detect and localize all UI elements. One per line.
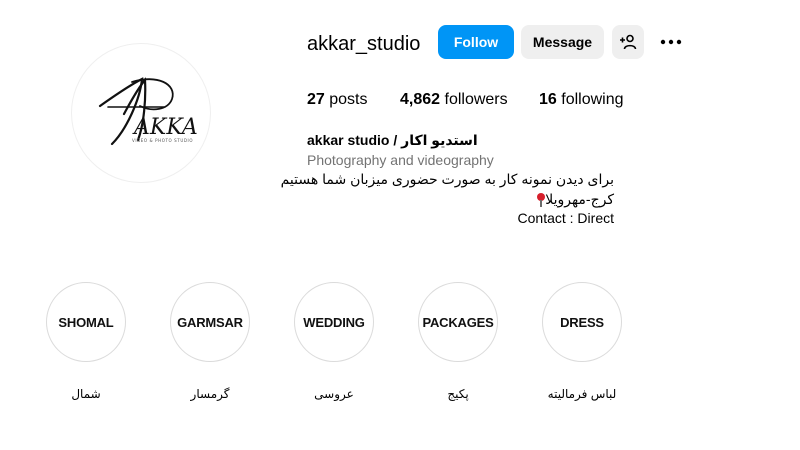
highlight-cover-text: SHOMAL [58,314,114,330]
highlight-packages[interactable]: PACKAGES پکیج [418,282,498,401]
highlight-shomal[interactable]: SHOMAL شمال [46,282,126,401]
highlight-wedding[interactable]: WEDDING عروسی [294,282,374,401]
highlight-label: گرمسار [190,387,230,401]
more-options-button[interactable] [657,28,685,56]
bio-line-2: کرج-مهرویلا [535,191,614,208]
bio-display-name: akkar studio / استدیو اکار [307,132,478,148]
highlight-label: لباس فرمالیته [547,387,617,401]
person-add-icon [620,34,637,50]
highlight-cover: DRESS [542,282,622,362]
highlight-cover-text: DRESS [560,314,604,330]
posts-stat: 27 posts [307,91,368,109]
highlight-label: شمال [71,387,101,401]
profile-username: akkar_studio [307,33,421,55]
more-options-icon [660,39,682,45]
logo-tagline: VIDEO & PHOTO STUDIO [132,138,193,143]
highlight-garmsar[interactable]: GARMSAR گرمسار [170,282,250,401]
highlight-label: عروسی [314,387,354,401]
logo-text: AKKA [132,115,198,140]
followers-count: 4,862 [400,91,441,108]
highlight-cover: GARMSAR [170,282,250,362]
bio-category: Photography and videography [307,152,494,168]
highlight-cover-text: GARMSAR [177,314,243,330]
bio-location-text: کرج-مهرویلا [545,191,614,207]
posts-label: posts [329,91,368,108]
following-stat[interactable]: 16 following [539,91,624,109]
highlight-cover-text: PACKAGES [422,314,494,330]
highlight-cover: PACKAGES [418,282,498,362]
bio-line-3: Contact : Direct [517,210,614,226]
highlight-cover-text: WEDDING [303,314,365,330]
suggested-accounts-button[interactable] [612,25,644,59]
profile-avatar[interactable]: AKKA VIDEO & PHOTO STUDIO [71,43,211,183]
following-label: following [561,91,624,108]
highlight-cover: SHOMAL [46,282,126,362]
followers-label: followers [444,91,508,108]
message-button[interactable]: Message [521,25,604,59]
highlight-label: پکیج [447,387,469,401]
following-count: 16 [539,91,557,108]
highlight-cover: WEDDING [294,282,374,362]
bio-line-1: برای دیدن نمونه کار به صورت حضوری میزبان… [280,171,614,187]
followers-stat[interactable]: 4,862 followers [400,91,508,109]
profile-page: AKKA VIDEO & PHOTO STUDIO akkar_studio F… [0,0,800,450]
follow-button[interactable]: Follow [438,25,514,59]
studio-logo: AKKA VIDEO & PHOTO STUDIO [98,77,198,146]
highlight-dress[interactable]: DRESS لباس فرمالیته [542,282,622,401]
posts-count: 27 [307,91,325,108]
